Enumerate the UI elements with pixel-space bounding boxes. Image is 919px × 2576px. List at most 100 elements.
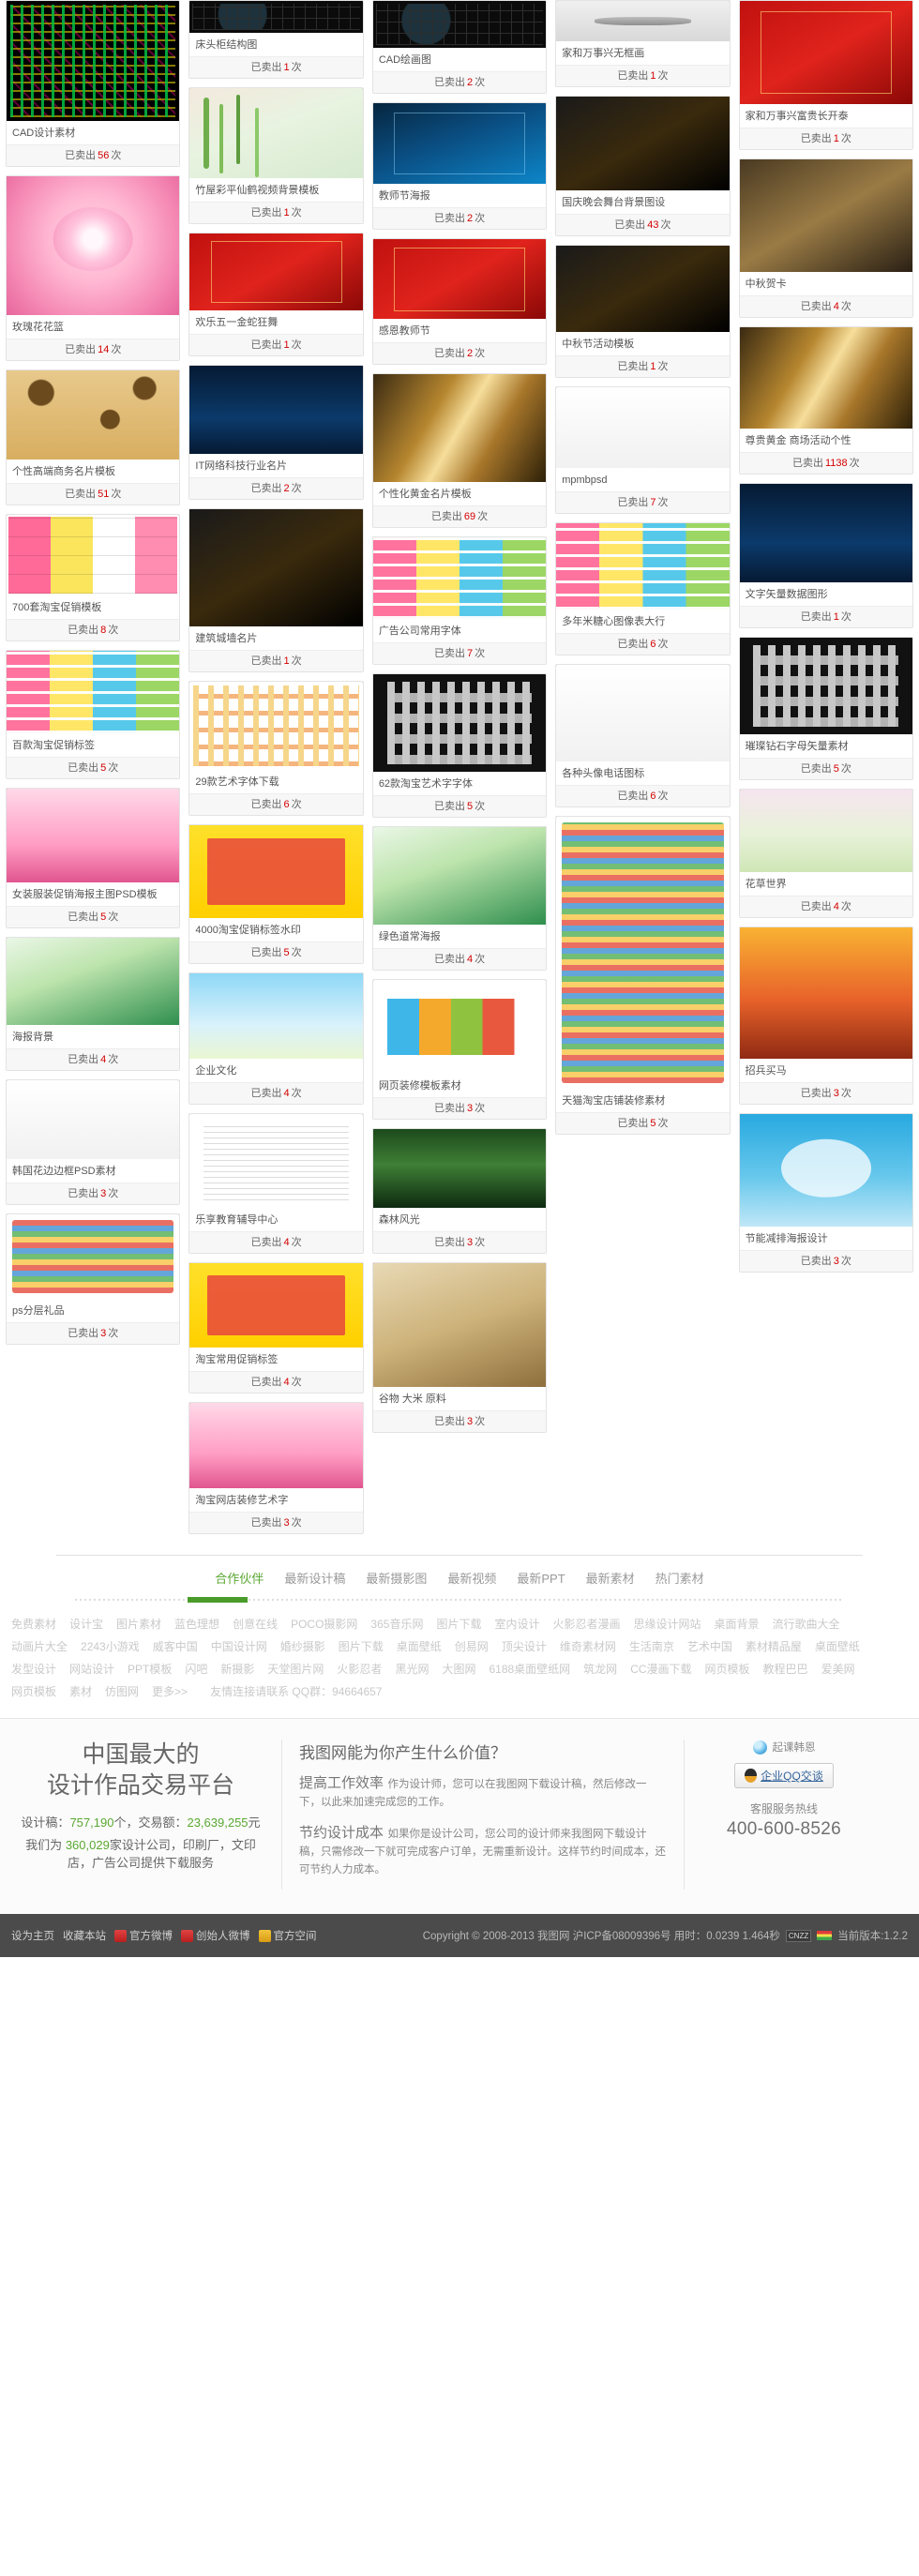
- product-card[interactable]: 海报背景 已卖出 4 次: [6, 937, 181, 1071]
- footer-tab-5[interactable]: 最新素材: [586, 1569, 635, 1587]
- product-title[interactable]: 节能减排海报设计: [740, 1227, 912, 1250]
- product-title[interactable]: 海报背景: [7, 1025, 179, 1048]
- bottom-link-2[interactable]: 官方微博: [114, 1928, 173, 1943]
- product-card[interactable]: 淘宝网店装修艺术字 已卖出 3 次: [188, 1402, 364, 1534]
- product-thumbnail[interactable]: [739, 159, 913, 272]
- partner-link[interactable]: 设计宝: [69, 1618, 103, 1631]
- partner-link[interactable]: 维奇素材网: [560, 1640, 616, 1653]
- product-thumbnail[interactable]: [189, 366, 363, 454]
- product-title[interactable]: 淘宝常用促销标签: [189, 1348, 362, 1371]
- product-card[interactable]: IT网络科技行业名片 已卖出 2 次: [188, 365, 364, 500]
- product-title[interactable]: 女装服装促销海报主图PSD模板: [7, 882, 179, 906]
- product-card[interactable]: 森林风光 已卖出 3 次: [371, 1128, 548, 1254]
- product-card[interactable]: 网页装修模板素材 已卖出 3 次: [371, 979, 548, 1120]
- product-thumbnail[interactable]: [189, 1403, 363, 1488]
- product-card[interactable]: 玫瑰花花篮 已卖出 14 次: [6, 175, 181, 361]
- bottom-link-1[interactable]: 收藏本站: [63, 1928, 106, 1943]
- product-card[interactable]: 29款艺术字体下载 已卖出 6 次: [188, 681, 364, 816]
- product-thumbnail[interactable]: [189, 233, 363, 310]
- product-title[interactable]: 网页装修模板素材: [373, 1074, 546, 1097]
- partner-link[interactable]: 艺术中国: [687, 1640, 732, 1653]
- product-card[interactable]: 中秋节活动模板 已卖出 1 次: [555, 245, 731, 378]
- product-card[interactable]: 广告公司常用字体 已卖出 7 次: [371, 536, 548, 665]
- partner-link[interactable]: 教程巴巴: [763, 1663, 808, 1676]
- product-title[interactable]: mpmbpsd: [556, 468, 729, 491]
- product-title[interactable]: 玫瑰花花篮: [7, 315, 179, 339]
- product-title[interactable]: ps分层礼品: [7, 1299, 179, 1322]
- bottom-links[interactable]: 设为主页 收藏本站 官方微博 创始人微博 官方空间: [11, 1928, 317, 1943]
- product-title[interactable]: 国庆晚会舞台背景图设: [556, 190, 729, 214]
- bottom-link-0[interactable]: 设为主页: [11, 1928, 54, 1943]
- product-thumbnail[interactable]: [189, 682, 363, 770]
- partner-link[interactable]: 新摄影: [220, 1663, 254, 1676]
- partner-link[interactable]: 素材: [69, 1685, 92, 1698]
- product-thumbnail[interactable]: [739, 790, 913, 872]
- partner-link[interactable]: 更多>>: [152, 1685, 188, 1698]
- product-thumbnail[interactable]: [372, 674, 547, 772]
- product-card[interactable]: 尊贵黄金 商场活动个性 已卖出 1138 次: [738, 326, 914, 475]
- product-thumbnail[interactable]: [372, 239, 547, 319]
- product-card[interactable]: 欢乐五一金蛇狂舞 已卖出 1 次: [188, 233, 364, 356]
- product-title[interactable]: 个性化黄金名片模板: [373, 482, 546, 505]
- product-card[interactable]: 绿色道常海报 已卖出 4 次: [371, 826, 548, 971]
- bottom-link-4[interactable]: 官方空间: [258, 1928, 317, 1943]
- product-thumbnail[interactable]: [7, 515, 180, 595]
- product-title[interactable]: 中秋贺卡: [740, 272, 912, 295]
- product-card[interactable]: 个性高端商务名片模板 已卖出 51 次: [6, 369, 181, 505]
- product-title[interactable]: 家和万事兴富贵长开泰: [740, 104, 912, 128]
- product-title[interactable]: 企业文化: [189, 1059, 362, 1082]
- product-thumbnail[interactable]: [556, 387, 730, 468]
- product-card[interactable]: 62款淘宝艺术字字体 已卖出 5 次: [371, 673, 548, 818]
- partner-link[interactable]: 6188桌面壁纸网: [489, 1663, 570, 1676]
- product-card[interactable]: 多年米糖心图像表大行 已卖出 6 次: [555, 522, 731, 655]
- partner-link[interactable]: 动画片大全: [11, 1640, 68, 1653]
- product-thumbnail[interactable]: [7, 789, 180, 882]
- product-title[interactable]: 竹屋彩平仙鹤视频背景模板: [189, 178, 362, 202]
- product-thumbnail[interactable]: [189, 973, 363, 1059]
- product-thumbnail[interactable]: [7, 1, 180, 121]
- product-title[interactable]: 多年米糖心图像表大行: [556, 610, 729, 633]
- product-thumbnail[interactable]: [372, 1263, 547, 1387]
- partner-link[interactable]: 思缘设计网站: [634, 1618, 701, 1631]
- product-card[interactable]: 家和万事兴富贵长开泰 已卖出 1 次: [738, 0, 914, 150]
- product-title[interactable]: 韩国花边边框PSD素材: [7, 1159, 179, 1183]
- product-title[interactable]: 家和万事兴无框画: [556, 41, 729, 65]
- partner-link[interactable]: 图片下载: [339, 1640, 384, 1653]
- partner-link[interactable]: 网站设计: [69, 1663, 114, 1676]
- product-card[interactable]: 文字矢量数据图形 已卖出 1 次: [738, 483, 914, 628]
- partner-link[interactable]: 网页模板: [11, 1685, 56, 1698]
- product-title[interactable]: 乐享教育辅导中心: [189, 1208, 362, 1231]
- product-thumbnail[interactable]: [739, 1114, 913, 1227]
- product-thumbnail[interactable]: [739, 638, 913, 734]
- product-thumbnail[interactable]: [189, 509, 363, 626]
- partner-link[interactable]: 闪吧: [185, 1663, 207, 1676]
- product-thumbnail[interactable]: [372, 980, 547, 1074]
- partner-link[interactable]: 素材精品屋: [746, 1640, 802, 1653]
- product-thumbnail[interactable]: [739, 484, 913, 582]
- product-thumbnail[interactable]: [7, 1080, 180, 1159]
- product-card[interactable]: 企业文化 已卖出 4 次: [188, 972, 364, 1105]
- cnzz-badge[interactable]: CNZZ: [785, 1929, 812, 1942]
- partner-link[interactable]: 顶尖设计: [502, 1640, 547, 1653]
- product-card[interactable]: 招兵买马 已卖出 3 次: [738, 926, 914, 1105]
- product-card[interactable]: CAD绘画图 已卖出 2 次: [371, 0, 548, 94]
- product-card[interactable]: 节能减排海报设计 已卖出 3 次: [738, 1113, 914, 1273]
- product-title[interactable]: 百款淘宝促销标签: [7, 733, 179, 757]
- partner-link[interactable]: 生活南京: [629, 1640, 674, 1653]
- partner-link[interactable]: 桌面背景: [715, 1618, 760, 1631]
- product-card[interactable]: 各种头像电话图标 已卖出 6 次: [555, 664, 731, 807]
- product-title[interactable]: 花草世界: [740, 872, 912, 896]
- product-title[interactable]: 尊贵黄金 商场活动个性: [740, 429, 912, 452]
- product-thumbnail[interactable]: [556, 1, 730, 41]
- product-title[interactable]: 森林风光: [373, 1208, 546, 1231]
- product-card[interactable]: 女装服装促销海报主图PSD模板 已卖出 5 次: [6, 788, 181, 928]
- product-title[interactable]: 谷物 大米 原料: [373, 1387, 546, 1410]
- footer-tab-bar[interactable]: 合作伙伴 最新设计稿 最新摄影图 最新视频 最新PPT 最新素材 热门素材: [0, 1556, 919, 1596]
- partner-link[interactable]: 婚纱摄影: [280, 1640, 325, 1653]
- partner-link[interactable]: 2243小游戏: [81, 1640, 140, 1653]
- partner-link[interactable]: 仿图网: [105, 1685, 139, 1698]
- partner-link[interactable]: 发型设计: [11, 1663, 56, 1676]
- product-title[interactable]: 中秋节活动模板: [556, 332, 729, 355]
- product-card[interactable]: 竹屋彩平仙鹤视频背景模板 已卖出 1 次: [188, 87, 364, 224]
- product-thumbnail[interactable]: [7, 370, 180, 459]
